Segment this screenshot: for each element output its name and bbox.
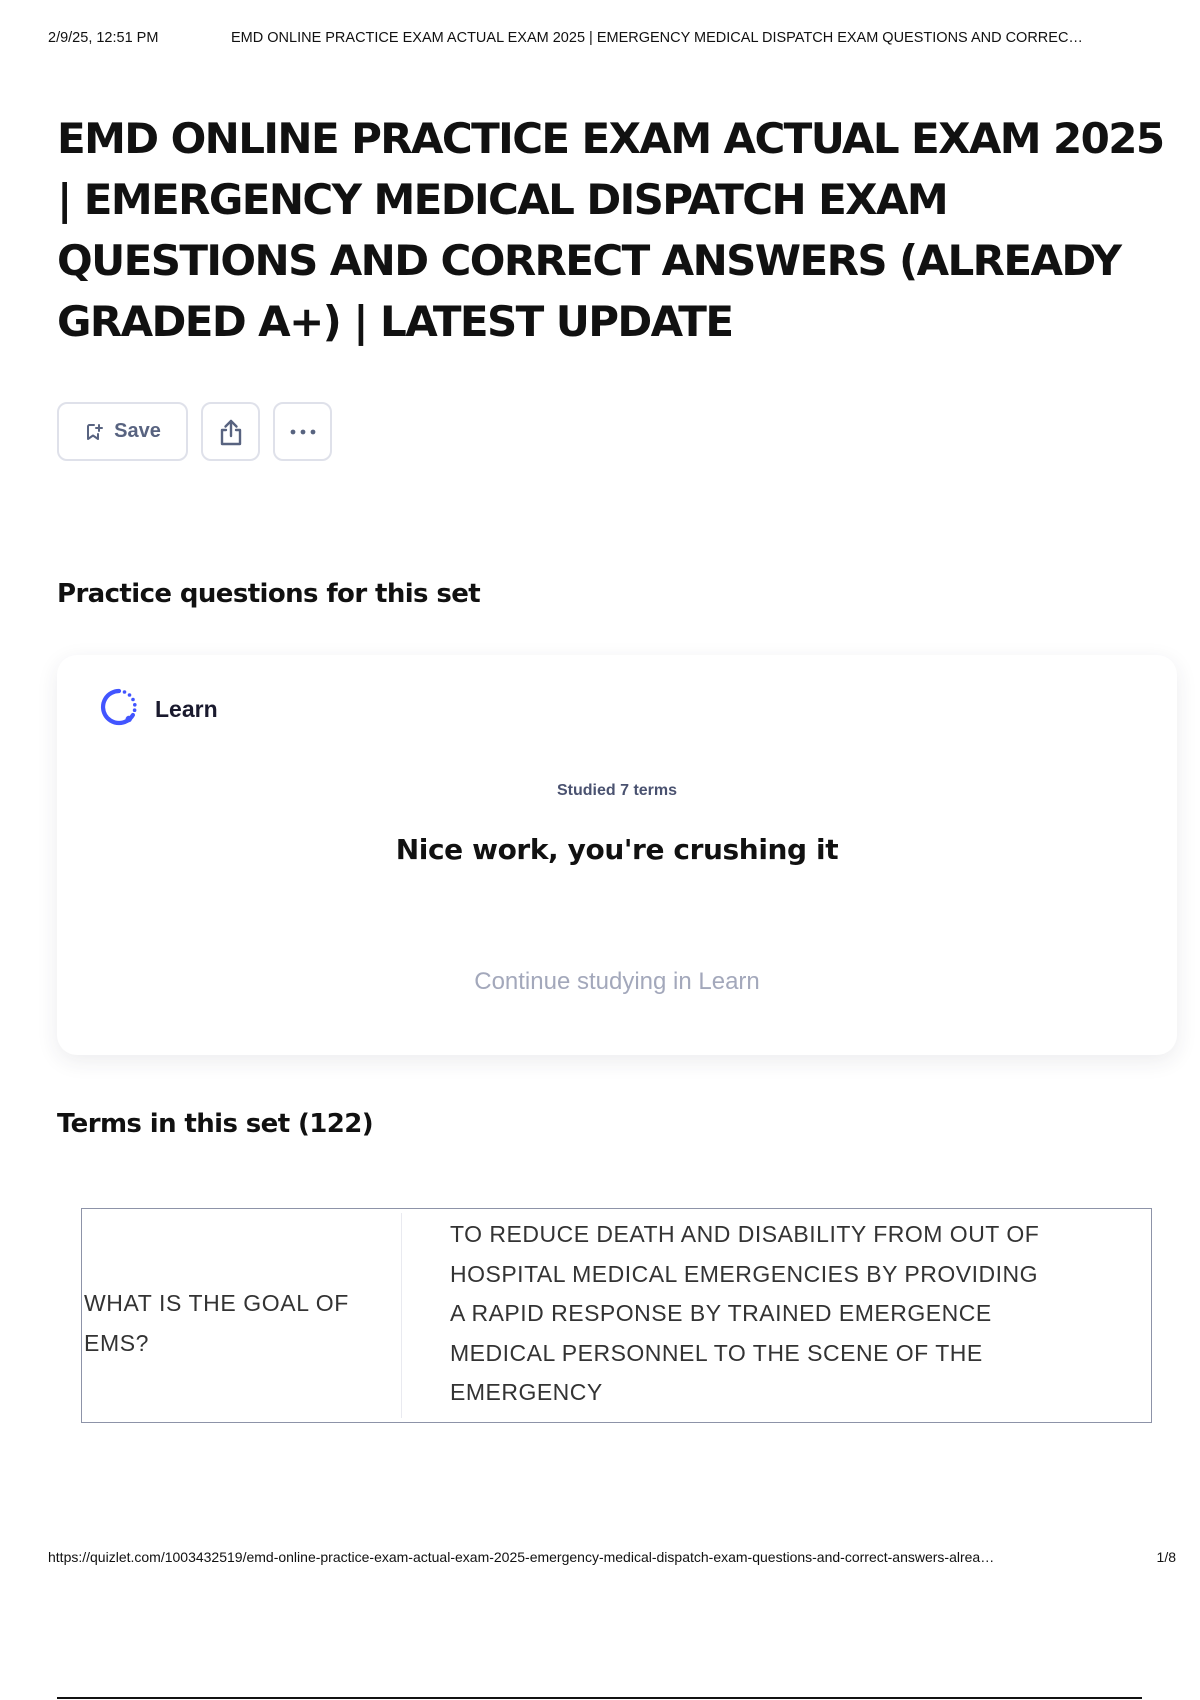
learn-progress-icon	[97, 685, 141, 734]
set-actions-toolbar: Save	[57, 402, 332, 461]
definition-column: TO REDUCE DEATH AND DISABILITY FROM OUT …	[402, 1209, 1151, 1422]
continue-learn-link[interactable]: Continue studying in Learn	[57, 968, 1177, 996]
share-button[interactable]	[201, 402, 260, 461]
share-icon	[217, 417, 245, 447]
definition-text: TO REDUCE DEATH AND DISABILITY FROM OUT …	[450, 1221, 1040, 1405]
print-header: 2/9/25, 12:51 PM EMD ONLINE PRACTICE EXA…	[48, 30, 1176, 52]
page-title: EMD ONLINE PRACTICE EXAM ACTUAL EXAM 202…	[57, 114, 1165, 346]
progress-message: Nice work, you're crushing it	[395, 833, 839, 866]
term-column: WHAT IS THE GOAL OF EMS?	[82, 1213, 402, 1418]
print-page-number: 1/8	[1156, 1549, 1176, 1565]
learn-mode-header[interactable]: Learn	[97, 685, 218, 734]
learn-label: Learn	[155, 696, 218, 722]
print-url: https://quizlet.com/1003432519/emd-onlin…	[48, 1549, 995, 1565]
save-button-label: Save	[114, 420, 161, 442]
terms-heading: Terms in this set (122)	[57, 1109, 374, 1139]
bookmark-plus-icon	[84, 422, 104, 442]
page-divider	[57, 1697, 1142, 1699]
print-footer: https://quizlet.com/1003432519/emd-onlin…	[48, 1549, 1176, 1571]
more-horizontal-icon	[289, 428, 317, 436]
print-doc-title: EMD ONLINE PRACTICE EXAM ACTUAL EXAM 202…	[231, 30, 1083, 46]
learn-card: Learn Studied 7 terms Nice work, you're …	[57, 655, 1177, 1055]
save-button[interactable]: Save	[57, 402, 188, 461]
print-timestamp: 2/9/25, 12:51 PM	[48, 30, 159, 46]
term-text: WHAT IS THE GOAL OF EMS?	[84, 1289, 349, 1356]
studied-count: Studied 7 terms	[556, 782, 678, 799]
more-options-button[interactable]	[273, 402, 332, 461]
practice-heading: Practice questions for this set	[57, 579, 481, 609]
term-card: WHAT IS THE GOAL OF EMS? TO REDUCE DEATH…	[81, 1208, 1152, 1423]
